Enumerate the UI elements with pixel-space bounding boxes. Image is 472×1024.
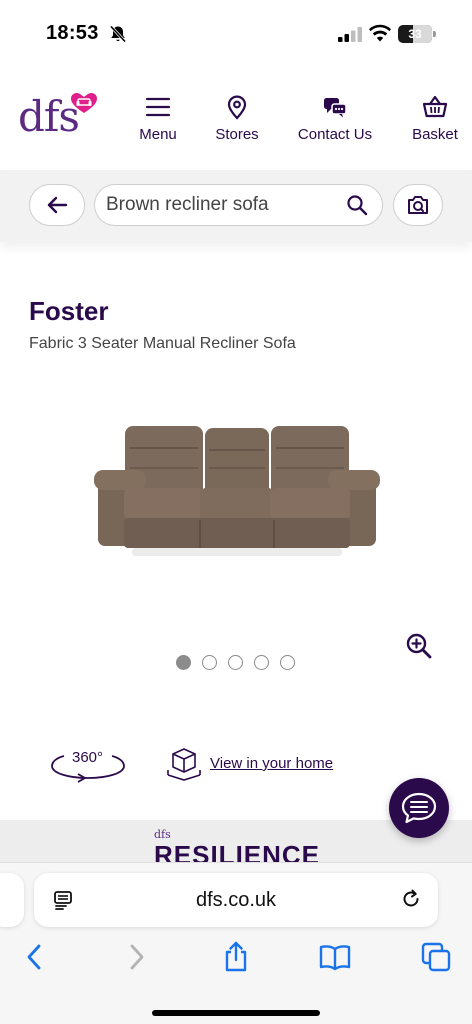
home-indicator (152, 1010, 320, 1016)
url-text: dfs.co.uk (195, 889, 277, 911)
address-bar[interactable]: dfs.co.uk (34, 873, 438, 927)
bookmarks-button[interactable] (319, 941, 351, 973)
nav-basket[interactable]: Basket (406, 94, 464, 143)
hamburger-menu-icon (145, 97, 171, 117)
product-title: Foster (29, 296, 109, 326)
ar-box-icon[interactable] (166, 746, 202, 782)
browser-back-button[interactable] (18, 941, 50, 973)
live-chat-button[interactable] (389, 778, 449, 838)
gallery-dot[interactable] (176, 655, 191, 670)
search-bar-section (0, 170, 472, 242)
view-in-your-home-link[interactable]: View in your home (210, 755, 333, 772)
tabs-button[interactable] (420, 941, 452, 973)
battery-icon: 33 (398, 25, 432, 43)
gallery-dot[interactable] (202, 655, 217, 670)
tabs-icon (421, 942, 451, 972)
nav-stores[interactable]: Stores (208, 94, 266, 143)
gallery-dot[interactable] (280, 655, 295, 670)
gallery-dots (176, 655, 295, 670)
magnifier-icon[interactable] (346, 194, 368, 216)
battery-level: 33 (408, 27, 422, 41)
chat-bubbles-icon (324, 98, 347, 118)
chat-bubble-icon (401, 792, 437, 824)
browser-forward-button[interactable] (121, 941, 153, 973)
back-button[interactable] (29, 184, 85, 226)
location-pin-icon (227, 95, 247, 120)
search-box (94, 184, 383, 226)
forward-chevron-icon (130, 944, 144, 970)
sofa-image[interactable] (92, 420, 382, 560)
wifi-icon (369, 24, 391, 42)
view-360-button[interactable]: 360° (50, 746, 130, 784)
camera-search-button[interactable] (393, 184, 443, 226)
reload-icon[interactable] (400, 888, 422, 910)
previous-tab-peek[interactable] (0, 873, 24, 927)
battery-tip (433, 31, 436, 37)
nav-basket-label: Basket (412, 126, 458, 143)
basket-icon (422, 95, 448, 118)
camera-search-icon (408, 196, 428, 214)
back-chevron-icon (27, 944, 41, 970)
search-input[interactable] (106, 185, 336, 225)
resilience-title: RESILIENCE (154, 840, 321, 864)
bell-slash-icon (109, 25, 127, 43)
gallery-dot[interactable] (254, 655, 269, 670)
heart-sofa-icon (71, 93, 97, 113)
nav-contact-us[interactable]: Contact Us (292, 94, 378, 143)
share-icon (225, 941, 247, 972)
nav-menu[interactable]: Menu (134, 94, 182, 143)
site-header: dfs Menu Stores Contact Us Basket (0, 70, 472, 170)
nav-contact-label: Contact Us (297, 126, 373, 143)
status-time: 18:53 (46, 22, 99, 44)
status-bar: 18:53 33 (0, 0, 472, 64)
cellular-signal-icon (338, 27, 362, 42)
zoom-in-icon[interactable] (405, 632, 433, 660)
product-subtitle: Fabric 3 Seater Manual Recliner Sofa (29, 335, 296, 352)
nav-stores-label: Stores (215, 126, 259, 143)
view-360-label: 360° (72, 749, 104, 766)
arrow-left-icon (47, 196, 68, 214)
dfs-logo[interactable]: dfs (18, 92, 100, 144)
nav-menu-label: Menu (139, 126, 177, 143)
bookmarks-icon (319, 945, 351, 971)
gallery-dot[interactable] (228, 655, 243, 670)
share-button[interactable] (220, 941, 252, 973)
browser-toolbar: dfs.co.uk (0, 862, 472, 1024)
